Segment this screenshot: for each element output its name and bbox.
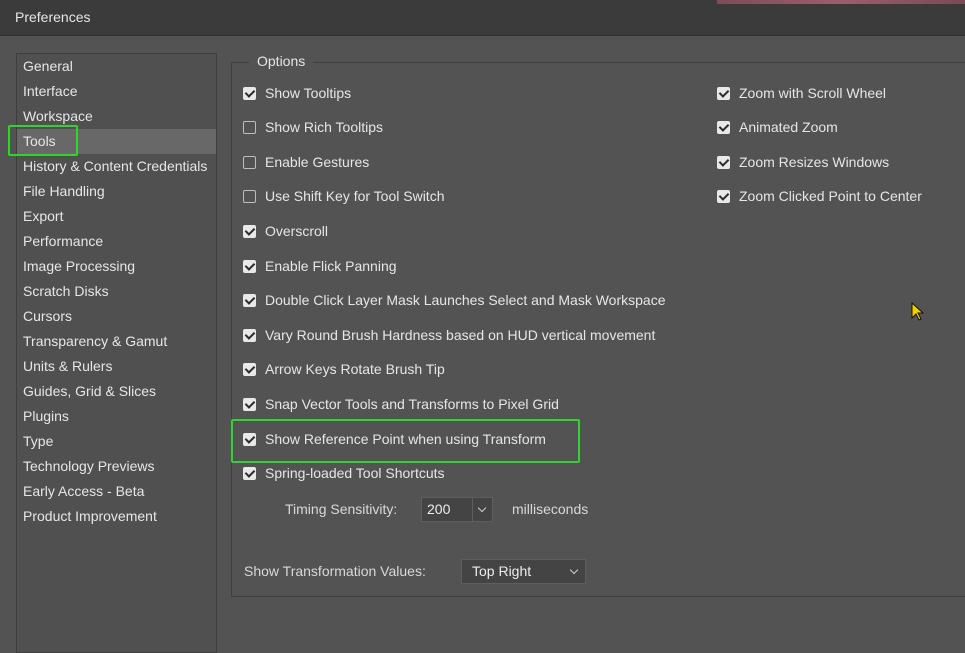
- flick-panning-option[interactable]: Enable Flick Panning: [243, 255, 397, 277]
- zoom-clicked-point-checkbox[interactable]: [717, 189, 730, 203]
- transformation-values-selected: Top Right: [472, 563, 532, 579]
- flick-panning-label: Enable Flick Panning: [265, 258, 397, 274]
- sidebar-item-guides-grid-slices[interactable]: Guides, Grid & Slices: [17, 379, 216, 404]
- snap-vector-tools-option[interactable]: Snap Vector Tools and Transforms to Pixe…: [243, 393, 559, 415]
- spring-loaded-shortcuts-checkbox[interactable]: [243, 466, 256, 480]
- sidebar-item-plugins[interactable]: Plugins: [17, 404, 216, 429]
- vary-brush-hardness-label: Vary Round Brush Hardness based on HUD v…: [265, 327, 656, 343]
- shift-key-tool-switch-option[interactable]: Use Shift Key for Tool Switch: [243, 185, 444, 207]
- arrow-keys-rotate-option[interactable]: Arrow Keys Rotate Brush Tip: [243, 358, 445, 380]
- sidebar-item-history-content-credentials[interactable]: History & Content Credentials: [17, 154, 216, 179]
- sidebar-item-cursors[interactable]: Cursors: [17, 304, 216, 329]
- overscroll-checkbox[interactable]: [243, 224, 256, 238]
- double-click-layer-mask-label: Double Click Layer Mask Launches Select …: [265, 292, 666, 308]
- sidebar-item-technology-previews[interactable]: Technology Previews: [17, 454, 216, 479]
- timing-sensitivity-unit: milliseconds: [512, 501, 589, 517]
- snap-vector-tools-checkbox[interactable]: [243, 397, 256, 411]
- chevron-down-icon: [565, 560, 585, 583]
- sidebar-item-type[interactable]: Type: [17, 429, 216, 454]
- flick-panning-checkbox[interactable]: [243, 259, 256, 273]
- zoom-scroll-wheel-option[interactable]: Zoom with Scroll Wheel: [717, 82, 886, 104]
- zoom-scroll-wheel-label: Zoom with Scroll Wheel: [739, 85, 887, 101]
- spring-loaded-shortcuts-label: Spring-loaded Tool Shortcuts: [265, 465, 445, 481]
- overscroll-option[interactable]: Overscroll: [243, 220, 328, 242]
- shift-key-tool-switch-label: Use Shift Key for Tool Switch: [265, 188, 445, 204]
- zoom-clicked-point-label: Zoom Clicked Point to Center: [739, 188, 922, 204]
- show-rich-tooltips-option[interactable]: Show Rich Tooltips: [243, 116, 383, 138]
- double-click-layer-mask-option[interactable]: Double Click Layer Mask Launches Select …: [243, 289, 665, 311]
- arrow-keys-rotate-checkbox[interactable]: [243, 362, 256, 376]
- sidebar-item-units-rulers[interactable]: Units & Rulers: [17, 354, 216, 379]
- sidebar-item-file-handling[interactable]: File Handling: [17, 179, 216, 204]
- sidebar-item-general[interactable]: General: [17, 54, 216, 79]
- enable-gestures-option[interactable]: Enable Gestures: [243, 151, 369, 173]
- show-tooltips-label: Show Tooltips: [265, 85, 352, 101]
- window-title: Preferences: [15, 9, 91, 25]
- timing-sensitivity-stepper[interactable]: 200: [421, 497, 493, 522]
- options-group-label: Options: [249, 53, 314, 69]
- show-rich-tooltips-label: Show Rich Tooltips: [265, 119, 384, 135]
- sidebar-item-transparency-gamut[interactable]: Transparency & Gamut: [17, 329, 216, 354]
- spring-loaded-shortcuts-option[interactable]: Spring-loaded Tool Shortcuts: [243, 462, 445, 484]
- zoom-resizes-windows-label: Zoom Resizes Windows: [739, 154, 890, 170]
- tools-highlight-box: [8, 125, 78, 156]
- overscroll-label: Overscroll: [265, 223, 329, 239]
- transformation-values-select[interactable]: Top Right: [461, 559, 586, 584]
- background-window-strip: [717, 0, 965, 4]
- reference-point-highlight-box: [231, 419, 580, 463]
- shift-key-tool-switch-checkbox[interactable]: [243, 189, 256, 203]
- vary-brush-hardness-option[interactable]: Vary Round Brush Hardness based on HUD v…: [243, 324, 655, 346]
- sidebar-item-product-improvement[interactable]: Product Improvement: [17, 504, 216, 529]
- sidebar-item-image-processing[interactable]: Image Processing: [17, 254, 216, 279]
- sidebar-item-export[interactable]: Export: [17, 204, 216, 229]
- transformation-values-label: Show Transformation Values:: [244, 563, 426, 579]
- snap-vector-tools-label: Snap Vector Tools and Transforms to Pixe…: [265, 396, 559, 412]
- zoom-clicked-point-option[interactable]: Zoom Clicked Point to Center: [717, 185, 922, 207]
- double-click-layer-mask-checkbox[interactable]: [243, 293, 256, 307]
- sidebar-item-scratch-disks[interactable]: Scratch Disks: [17, 279, 216, 304]
- timing-sensitivity-label: Timing Sensitivity:: [285, 501, 398, 517]
- animated-zoom-label: Animated Zoom: [739, 119, 838, 135]
- chevron-down-icon[interactable]: [472, 498, 492, 521]
- sidebar-item-performance[interactable]: Performance: [17, 229, 216, 254]
- zoom-resizes-windows-option[interactable]: Zoom Resizes Windows: [717, 151, 889, 173]
- animated-zoom-option[interactable]: Animated Zoom: [717, 116, 838, 138]
- timing-sensitivity-value: 200: [427, 501, 451, 517]
- sidebar-item-interface[interactable]: Interface: [17, 79, 216, 104]
- show-tooltips-checkbox[interactable]: [243, 86, 256, 100]
- mouse-cursor-icon: [911, 302, 925, 321]
- zoom-resizes-windows-checkbox[interactable]: [717, 155, 730, 169]
- vary-brush-hardness-checkbox[interactable]: [243, 328, 256, 342]
- show-tooltips-option[interactable]: Show Tooltips: [243, 82, 351, 104]
- title-bar: Preferences: [0, 0, 965, 36]
- show-rich-tooltips-checkbox[interactable]: [243, 120, 256, 134]
- sidebar-item-early-access-beta[interactable]: Early Access - Beta: [17, 479, 216, 504]
- enable-gestures-label: Enable Gestures: [265, 154, 370, 170]
- animated-zoom-checkbox[interactable]: [717, 120, 730, 134]
- zoom-scroll-wheel-checkbox[interactable]: [717, 86, 730, 100]
- arrow-keys-rotate-label: Arrow Keys Rotate Brush Tip: [265, 361, 445, 377]
- enable-gestures-checkbox[interactable]: [243, 155, 256, 169]
